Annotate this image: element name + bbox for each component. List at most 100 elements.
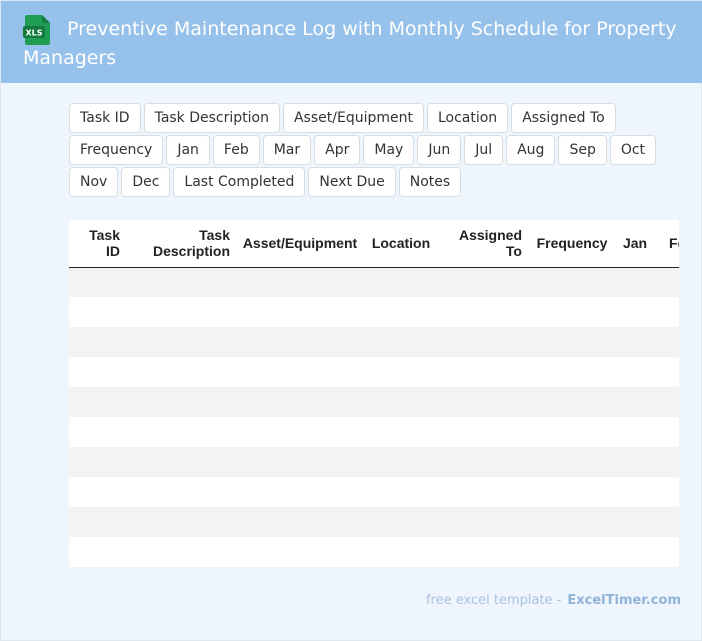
table-cell[interactable] <box>69 417 126 447</box>
table-cell[interactable] <box>528 327 616 357</box>
table-cell[interactable] <box>654 537 679 567</box>
column-header[interactable]: Task Description <box>126 220 236 268</box>
table-cell[interactable] <box>364 417 438 447</box>
column-chip[interactable]: Jul <box>464 135 504 165</box>
table-cell[interactable] <box>438 447 528 477</box>
table-cell[interactable] <box>616 297 654 327</box>
table-cell[interactable] <box>69 327 126 357</box>
table-cell[interactable] <box>616 537 654 567</box>
column-header[interactable]: Location <box>364 220 438 268</box>
table-cell[interactable] <box>616 477 654 507</box>
table-cell[interactable] <box>364 327 438 357</box>
table-cell[interactable] <box>654 387 679 417</box>
table-cell[interactable] <box>69 357 126 387</box>
column-header[interactable]: Jan <box>616 220 654 268</box>
table-cell[interactable] <box>364 357 438 387</box>
table-cell[interactable] <box>438 507 528 537</box>
table-cell[interactable] <box>528 267 616 297</box>
table-cell[interactable] <box>616 327 654 357</box>
table-cell[interactable] <box>364 507 438 537</box>
table-cell[interactable] <box>654 447 679 477</box>
table-cell[interactable] <box>654 417 679 447</box>
table-cell[interactable] <box>654 507 679 537</box>
column-chip[interactable]: May <box>363 135 415 165</box>
table-cell[interactable] <box>126 447 236 477</box>
column-chip[interactable]: Location <box>426 103 509 133</box>
table-cell[interactable] <box>126 357 236 387</box>
table-cell[interactable] <box>126 297 236 327</box>
table-cell[interactable] <box>69 507 126 537</box>
column-header[interactable]: Frequency <box>528 220 616 268</box>
column-header[interactable]: Assigned To <box>438 220 528 268</box>
column-chip[interactable]: Mar <box>262 135 312 165</box>
table-cell[interactable] <box>236 357 364 387</box>
table-cell[interactable] <box>616 417 654 447</box>
table-cell[interactable] <box>438 327 528 357</box>
table-cell[interactable] <box>126 327 236 357</box>
column-chip[interactable]: Sep <box>558 135 607 165</box>
column-chip[interactable]: Apr <box>314 135 361 165</box>
table-cell[interactable] <box>69 447 126 477</box>
column-chip[interactable]: Jun <box>417 135 462 165</box>
column-chip[interactable]: Last Completed <box>173 167 306 197</box>
table-cell[interactable] <box>236 297 364 327</box>
column-chip[interactable]: Notes <box>398 167 462 197</box>
table-cell[interactable] <box>236 477 364 507</box>
table-cell[interactable] <box>616 357 654 387</box>
table-cell[interactable] <box>69 387 126 417</box>
column-chip[interactable]: Nov <box>69 167 119 197</box>
column-chip[interactable]: Frequency <box>69 135 164 165</box>
table-cell[interactable] <box>126 507 236 537</box>
footer-brand-link[interactable]: ExcelTimer.com <box>567 593 681 608</box>
table-cell[interactable] <box>438 537 528 567</box>
table-cell[interactable] <box>126 387 236 417</box>
table-cell[interactable] <box>69 297 126 327</box>
table-cell[interactable] <box>126 417 236 447</box>
table-cell[interactable] <box>126 477 236 507</box>
column-chip[interactable]: Feb <box>212 135 260 165</box>
table-cell[interactable] <box>654 357 679 387</box>
table-cell[interactable] <box>654 327 679 357</box>
table-cell[interactable] <box>69 267 126 297</box>
table-cell[interactable] <box>528 477 616 507</box>
table-cell[interactable] <box>236 447 364 477</box>
table-cell[interactable] <box>126 267 236 297</box>
table-cell[interactable] <box>364 267 438 297</box>
table-cell[interactable] <box>528 357 616 387</box>
table-cell[interactable] <box>528 507 616 537</box>
table-cell[interactable] <box>364 297 438 327</box>
table-cell[interactable] <box>438 297 528 327</box>
column-chip[interactable]: Oct <box>609 135 657 165</box>
table-cell[interactable] <box>438 417 528 447</box>
table-cell[interactable] <box>126 537 236 567</box>
table-cell[interactable] <box>236 327 364 357</box>
column-chip[interactable]: Task Description <box>143 103 280 133</box>
table-cell[interactable] <box>438 267 528 297</box>
table-cell[interactable] <box>236 387 364 417</box>
column-header[interactable]: Task ID <box>69 220 126 268</box>
column-chip[interactable]: Asset/Equipment <box>282 103 424 133</box>
table-cell[interactable] <box>364 537 438 567</box>
table-cell[interactable] <box>528 297 616 327</box>
table-cell[interactable] <box>654 477 679 507</box>
table-cell[interactable] <box>236 507 364 537</box>
table-cell[interactable] <box>364 387 438 417</box>
table-cell[interactable] <box>69 477 126 507</box>
table-cell[interactable] <box>364 477 438 507</box>
table-cell[interactable] <box>438 357 528 387</box>
table-cell[interactable] <box>654 297 679 327</box>
table-cell[interactable] <box>528 417 616 447</box>
table-cell[interactable] <box>616 387 654 417</box>
table-cell[interactable] <box>236 537 364 567</box>
table-cell[interactable] <box>616 267 654 297</box>
table-cell[interactable] <box>528 447 616 477</box>
table-cell[interactable] <box>654 267 679 297</box>
column-chip[interactable]: Assigned To <box>511 103 616 133</box>
column-chip[interactable]: Aug <box>506 135 556 165</box>
column-header[interactable]: Asset/Equipment <box>236 220 364 268</box>
table-cell[interactable] <box>236 417 364 447</box>
column-chip[interactable]: Next Due <box>308 167 396 197</box>
table-cell[interactable] <box>438 387 528 417</box>
table-cell[interactable] <box>364 447 438 477</box>
table-cell[interactable] <box>438 477 528 507</box>
